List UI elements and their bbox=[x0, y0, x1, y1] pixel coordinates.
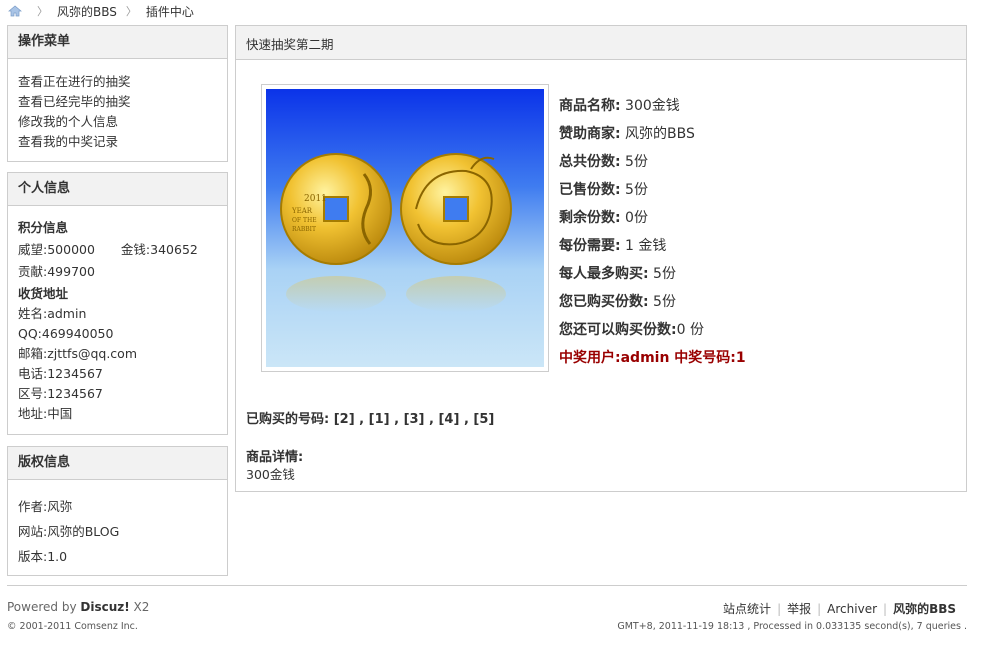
product-info: 商品名称: 300金钱 赞助商家: 风弥的BBS 总共份数: 5份 已售份数: … bbox=[559, 92, 746, 372]
winner-info: 中奖用户:admin 中奖号码:1 bbox=[559, 350, 746, 366]
footer-link-site[interactable]: 风弥的BBS bbox=[893, 602, 956, 616]
info-row: 商品名称: 300金钱 bbox=[559, 98, 680, 114]
gold-value: 金钱:340652 bbox=[120, 242, 198, 257]
chevron-right-icon: 〉 bbox=[37, 5, 48, 18]
product-image: 2011 YEAR OF THE RABBIT bbox=[266, 89, 544, 367]
personal-info-panel: 个人信息 积分信息 威望:500000 金钱:340652 贡献:499700 … bbox=[7, 172, 228, 435]
svg-text:YEAR: YEAR bbox=[291, 207, 313, 215]
info-row: 您还可以购买份数:0 份 bbox=[559, 322, 704, 338]
footer-link-archiver[interactable]: Archiver bbox=[827, 602, 877, 616]
points-title: 积分信息 bbox=[18, 220, 69, 235]
phone-value: 电话:1234567 bbox=[18, 366, 103, 381]
email-value: 邮箱:zjttfs@qq.com bbox=[18, 346, 138, 361]
menu-finished-lottery[interactable]: 查看已经完毕的抽奖 bbox=[18, 92, 217, 112]
bought-numbers-label: 已购买的号码: bbox=[246, 412, 330, 427]
personal-info-title: 个人信息 bbox=[8, 173, 227, 206]
lottery-title: 快速抽奖第二期 bbox=[236, 26, 966, 60]
website-value[interactable]: 网站:风弥的BLOG bbox=[18, 519, 217, 544]
menu-edit-profile[interactable]: 修改我的个人信息 bbox=[18, 112, 217, 132]
operation-menu-panel: 操作菜单 查看正在进行的抽奖 查看已经完毕的抽奖 修改我的个人信息 查看我的中奖… bbox=[7, 25, 228, 162]
detail-value: 300金钱 bbox=[246, 467, 295, 482]
powered-by: Powered by Discuz! X2 bbox=[7, 600, 150, 614]
prestige-value: 威望:500000 bbox=[18, 242, 95, 257]
operation-menu-title: 操作菜单 bbox=[8, 26, 227, 59]
copyright-title: 版权信息 bbox=[8, 447, 227, 480]
bought-numbers-list: [2] , [1] , [3] , [4] , [5] bbox=[329, 412, 495, 427]
footer-divider bbox=[7, 585, 967, 586]
chevron-right-icon: 〉 bbox=[125, 5, 137, 18]
footer-gmt: GMT+8, 2011-11-19 18:13 , Processed in 0… bbox=[617, 621, 967, 632]
breadcrumb-site[interactable]: 风弥的BBS bbox=[57, 3, 117, 20]
footer-link-stats[interactable]: 站点统计 bbox=[723, 602, 771, 616]
copyright-panel: 版权信息 作者:风弥 网站:风弥的BLOG 版本:1.0 bbox=[7, 446, 228, 576]
bought-numbers: 已购买的号码: [2] , [1] , [3] , [4] , [5] bbox=[246, 408, 494, 427]
address-value: 地址:中国 bbox=[18, 406, 73, 421]
breadcrumb: 〉 风弥的BBS 〉 插件中心 bbox=[8, 0, 194, 22]
info-row: 每人最多购买: 5份 bbox=[559, 266, 676, 282]
footer-link-report[interactable]: 举报 bbox=[787, 602, 811, 616]
detail-title: 商品详情: bbox=[246, 450, 304, 465]
svg-text:OF THE: OF THE bbox=[292, 217, 317, 224]
author-value: 作者:风弥 bbox=[18, 499, 73, 514]
info-row: 已售份数: 5份 bbox=[559, 182, 648, 198]
name-value: 姓名:admin bbox=[18, 306, 87, 321]
version-value: 版本:1.0 bbox=[18, 549, 68, 564]
qq-value: QQ:469940050 bbox=[18, 326, 114, 341]
coin-left-text: 2011 bbox=[304, 194, 327, 204]
info-row: 剩余份数: 0份 bbox=[559, 210, 648, 226]
contribution-value: 贡献:499700 bbox=[18, 264, 95, 279]
info-row: 赞助商家: 风弥的BBS bbox=[559, 126, 695, 142]
address-title: 收货地址 bbox=[18, 286, 69, 301]
area-code-value: 区号:1234567 bbox=[18, 386, 103, 401]
product-image-frame: 2011 YEAR OF THE RABBIT bbox=[261, 84, 549, 372]
menu-win-records[interactable]: 查看我的中奖记录 bbox=[18, 132, 217, 152]
home-icon[interactable] bbox=[8, 5, 22, 17]
footer-copyright: © 2001-2011 Comsenz Inc. bbox=[7, 621, 138, 632]
menu-ongoing-lottery[interactable]: 查看正在进行的抽奖 bbox=[18, 72, 217, 92]
info-row: 每份需要: 1 金钱 bbox=[559, 238, 667, 254]
discuz-link[interactable]: Discuz! bbox=[80, 600, 129, 614]
info-row: 您已购买份数: 5份 bbox=[559, 294, 676, 310]
info-row: 总共份数: 5份 bbox=[559, 154, 648, 170]
svg-text:RABBIT: RABBIT bbox=[292, 226, 316, 233]
footer-links: 站点统计 | 举报 | Archiver | 风弥的BBS bbox=[723, 602, 956, 616]
breadcrumb-section[interactable]: 插件中心 bbox=[146, 3, 194, 20]
